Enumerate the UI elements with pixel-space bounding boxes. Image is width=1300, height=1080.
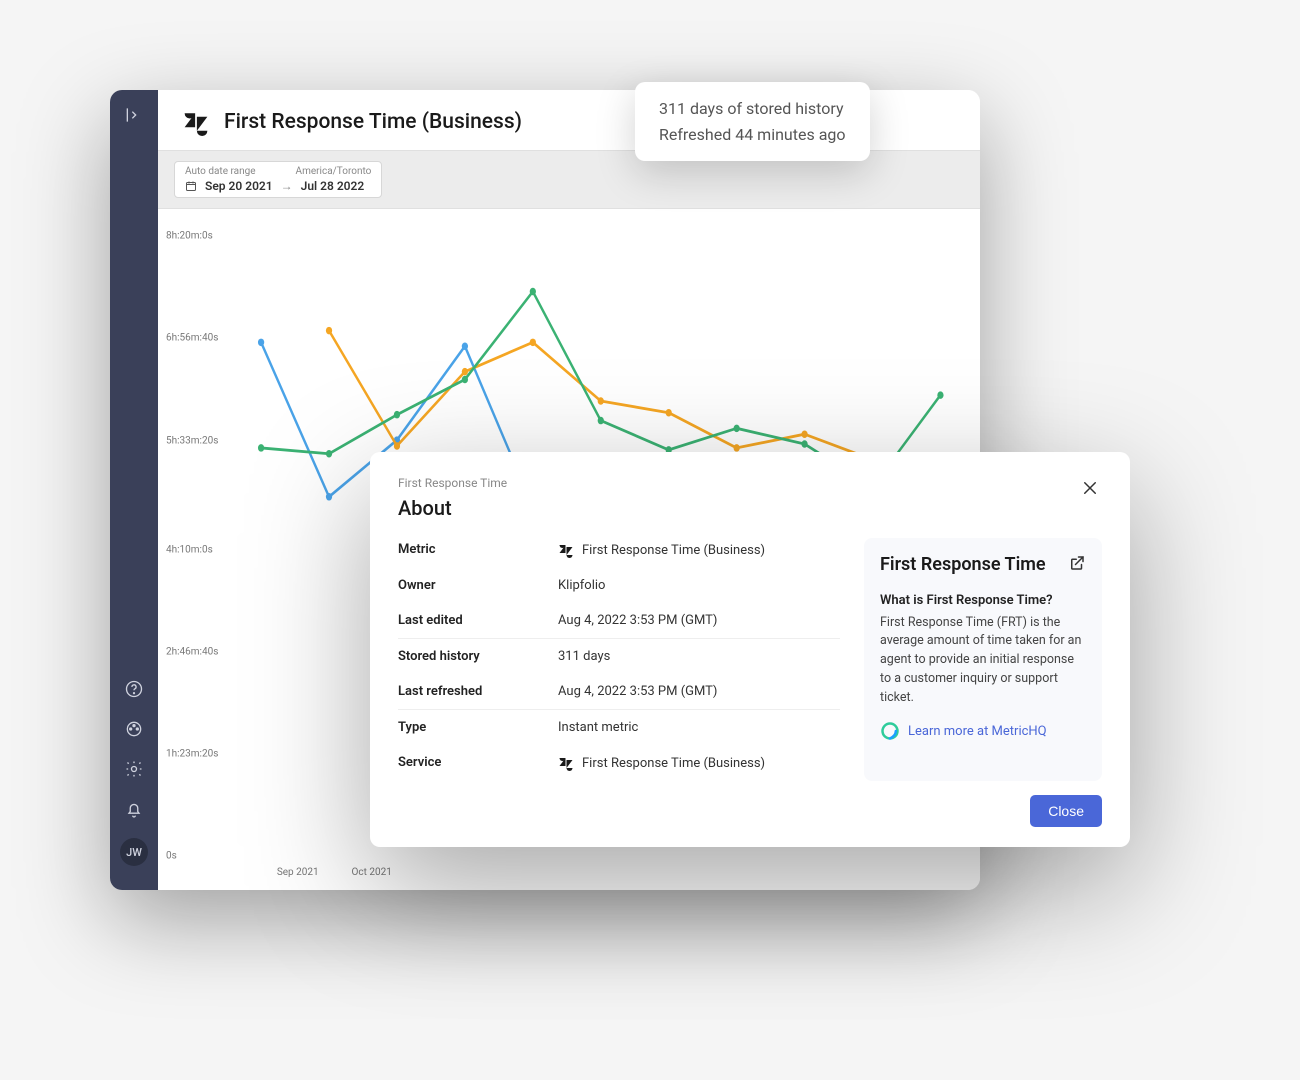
theme-icon[interactable] [123, 718, 145, 740]
tooltip-refreshed-text: Refreshed 44 minutes ago [659, 122, 846, 148]
info-label-stored-history: Stored history [398, 649, 558, 664]
settings-icon[interactable] [123, 758, 145, 780]
x-tick: Sep 2021 [277, 867, 319, 878]
info-value-metric: First Response Time (Business) [582, 543, 765, 558]
date-range-label: Auto date range [185, 166, 256, 177]
y-tick: 6h:56m:40s [166, 333, 218, 344]
info-label-last-edited: Last edited [398, 613, 558, 628]
side-card-title: First Response Time [880, 554, 1046, 577]
tooltip-history-text: 311 days of stored history [659, 96, 846, 122]
zendesk-icon [558, 755, 574, 771]
info-value-type: Instant metric [558, 720, 638, 735]
close-button[interactable]: Close [1030, 795, 1102, 827]
page-title: First Response Time (Business) [224, 110, 522, 134]
external-link-icon[interactable] [1068, 554, 1086, 572]
info-value-stored-history: 311 days [558, 649, 610, 664]
expand-sidebar-icon[interactable] [123, 104, 145, 126]
metric-info-card: First Response Time What is First Respon… [864, 538, 1102, 781]
about-modal: First Response Time About Metric First R… [370, 452, 1130, 847]
x-tick: Oct 2021 [352, 867, 392, 878]
date-range-picker[interactable]: Auto date range America/Toronto Sep 20 2… [174, 161, 382, 198]
info-label-owner: Owner [398, 578, 558, 593]
y-tick: 5h:33m:20s [166, 435, 218, 446]
modal-title: About [398, 496, 507, 520]
arrow-right-icon: → [281, 179, 293, 193]
close-icon[interactable] [1078, 476, 1102, 500]
info-value-last-refreshed: Aug 4, 2022 3:53 PM (GMT) [558, 684, 717, 699]
info-label-metric: Metric [398, 542, 558, 558]
y-tick: 2h:46m:40s [166, 646, 218, 657]
y-tick: 0s [166, 850, 177, 861]
info-value-service: First Response Time (Business) [582, 756, 765, 771]
modal-breadcrumb: First Response Time [398, 476, 507, 490]
notifications-icon[interactable] [123, 798, 145, 820]
sidebar: JW [110, 90, 158, 890]
calendar-icon [185, 180, 197, 192]
help-icon[interactable] [123, 678, 145, 700]
info-table: Metric First Response Time (Business) Ow… [398, 538, 840, 781]
y-tick: 8h:20m:0s [166, 231, 213, 242]
date-to: Jul 28 2022 [301, 179, 365, 193]
y-tick: 4h:10m:0s [166, 544, 213, 555]
info-label-type: Type [398, 720, 558, 735]
side-card-question: What is First Response Time? [880, 593, 1086, 608]
history-tooltip: 311 days of stored history Refreshed 44 … [635, 82, 870, 161]
metrichq-icon [880, 721, 900, 741]
info-value-owner: Klipfolio [558, 578, 605, 593]
info-label-last-refreshed: Last refreshed [398, 684, 558, 699]
y-tick: 1h:23m:20s [166, 748, 218, 759]
date-from: Sep 20 2021 [205, 179, 273, 193]
timezone-label: America/Toronto [296, 166, 372, 177]
info-value-last-edited: Aug 4, 2022 3:53 PM (GMT) [558, 613, 717, 628]
zendesk-icon [558, 542, 574, 558]
side-card-description: First Response Time (FRT) is the average… [880, 614, 1086, 708]
user-avatar[interactable]: JW [120, 838, 148, 866]
learn-more-link[interactable]: Learn more at MetricHQ [908, 724, 1047, 739]
zendesk-icon [182, 108, 210, 136]
info-label-service: Service [398, 755, 558, 771]
